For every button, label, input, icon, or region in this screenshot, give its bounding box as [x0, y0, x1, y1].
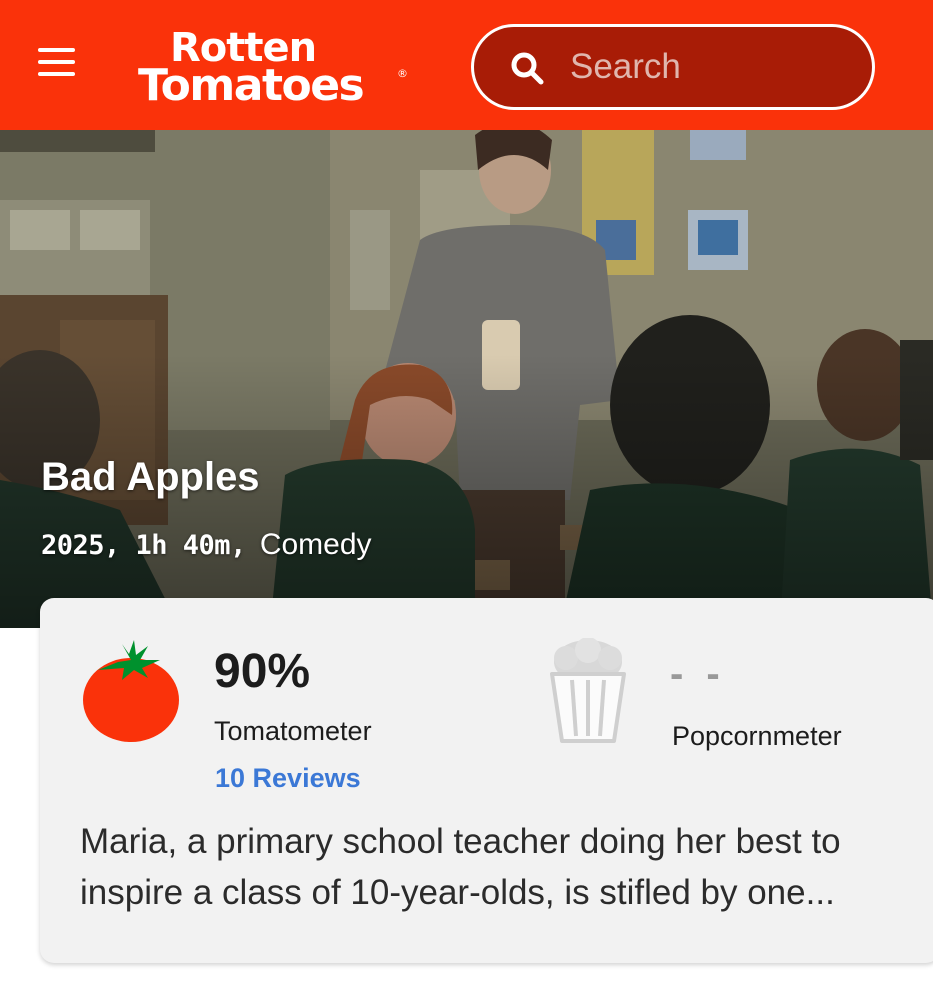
movie-year-runtime: 2025, 1h 40m,: [41, 530, 246, 561]
movie-title: Bad Apples: [41, 455, 260, 499]
rotten-tomatoes-logo[interactable]: Rotten Tomatoes ®: [138, 26, 408, 108]
popcornmeter-score: - -: [670, 652, 726, 696]
tomato-icon: [83, 640, 179, 742]
search-input[interactable]: [570, 43, 850, 91]
top-nav-bar: Rotten Tomatoes ®: [0, 0, 933, 130]
menu-icon[interactable]: [38, 48, 76, 80]
popcorn-bucket-icon: [550, 638, 626, 743]
search-icon[interactable]: [510, 51, 544, 85]
logo-registered-mark: ®: [397, 67, 408, 80]
movie-synopsis[interactable]: Maria, a primary school teacher doing he…: [80, 816, 920, 918]
tomatometer-score: 90%: [214, 645, 311, 698]
tomatometer-label: Tomatometer: [214, 716, 372, 746]
reviews-link[interactable]: 10 Reviews: [215, 763, 361, 794]
hero-still-image: Bad Apples 2025, 1h 40m, Comedy: [0, 130, 933, 628]
logo-line-tomatoes: Tomatoes: [138, 60, 365, 111]
popcornmeter-label: Popcornmeter: [672, 721, 842, 751]
score-card: 90% Tomatometer 10 Reviews - - Popcornme…: [40, 598, 933, 963]
movie-genre: Comedy: [259, 528, 372, 561]
search-bar[interactable]: [471, 24, 875, 110]
movie-meta: 2025, 1h 40m, Comedy: [41, 528, 372, 562]
